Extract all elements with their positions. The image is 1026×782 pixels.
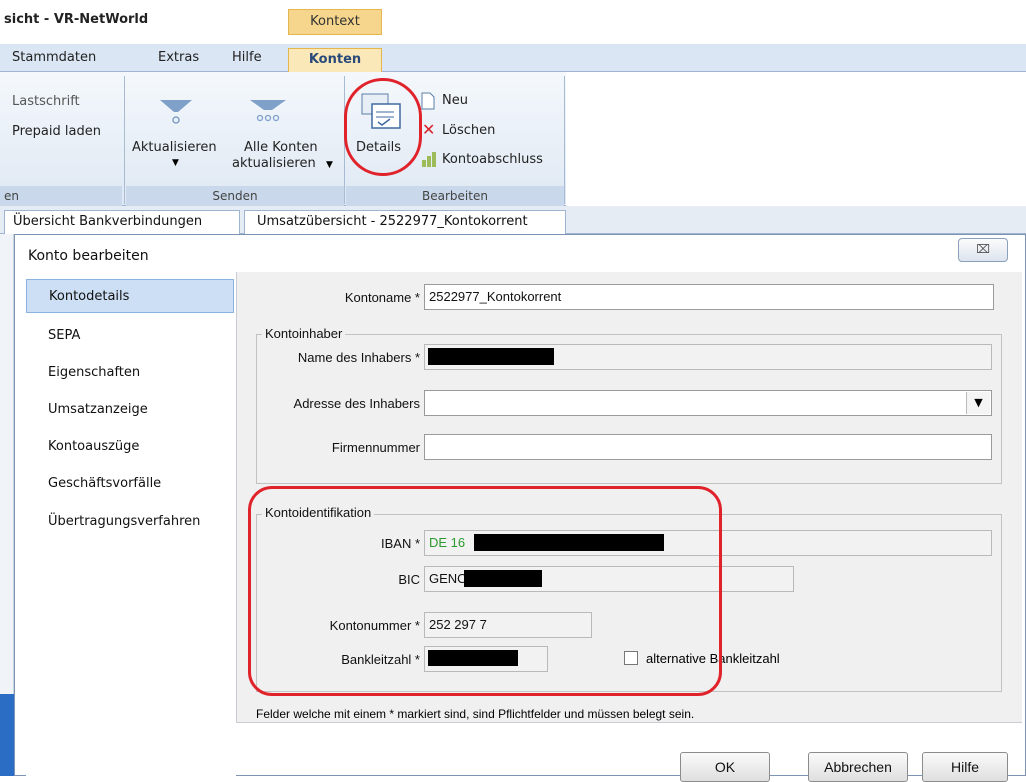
close-icon[interactable]: ⌧ (958, 238, 1008, 262)
kontoinhaber-group-title: Kontoinhaber (262, 326, 346, 341)
name-des-inhabers-label: Name des Inhabers * (297, 350, 420, 365)
ribbon-prepaid-laden[interactable]: Prepaid laden (12, 124, 101, 139)
app-title: sicht - VR-NetWorld (4, 12, 149, 27)
alle-konten-label[interactable]: Alle Konten (244, 140, 318, 155)
background-selection-strip (0, 694, 14, 776)
alle-konten-aktualisieren-button[interactable]: aktualisieren (232, 156, 316, 171)
doc-tab-umsatzuebersicht[interactable]: Umsatzübersicht - 2522977_Kontokorrent (244, 210, 566, 234)
chart-icon (422, 152, 436, 167)
footer-divider (236, 722, 1022, 723)
pflichtfelder-footnote: Felder welche mit einem * markiert sind,… (256, 707, 695, 721)
context-tab-label: Kontext (288, 9, 382, 35)
delete-x-icon: ✕ (422, 120, 436, 139)
title-bar (0, 0, 1026, 44)
adresse-des-inhabers-label: Adresse des Inhabers (293, 396, 420, 411)
ribbon-separator (564, 76, 565, 204)
hilfe-button[interactable]: Hilfe (922, 752, 1008, 782)
nav-item-umsatzanzeige[interactable]: Umsatzanzeige (26, 393, 234, 427)
neu-button[interactable]: Neu (442, 93, 468, 108)
nav-item-geschaeftsvorfaelle[interactable]: Geschäftsvorfälle (26, 467, 234, 501)
menu-tab-konten[interactable]: Konten (288, 48, 382, 74)
nav-item-kontoauszuege[interactable]: Kontoauszüge (26, 430, 234, 464)
dropdown-arrow-icon[interactable]: ▼ (172, 158, 179, 168)
ribbon-group-label-left: en (0, 186, 122, 206)
firmennummer-input[interactable] (424, 434, 992, 460)
nav-item-sepa[interactable]: SEPA (26, 319, 234, 353)
ribbon-group-senden: Senden (126, 186, 344, 206)
kontoname-input[interactable]: 2522977_Kontokorrent (424, 284, 994, 310)
kontoabschluss-button[interactable]: Kontoabschluss (442, 152, 543, 167)
nav-item-kontodetails[interactable]: Kontodetails (26, 279, 234, 313)
nav-item-uebertragungsverfahren[interactable]: Übertragungsverfahren (26, 505, 234, 539)
ok-button[interactable]: OK (680, 752, 770, 782)
menu-bar (0, 44, 1026, 72)
kontoname-label: Kontoname * (344, 290, 420, 305)
funnel-icon (160, 100, 192, 124)
new-document-icon (421, 92, 435, 110)
aktualisieren-button[interactable]: Aktualisieren (132, 140, 217, 155)
firmennummer-label: Firmennummer (331, 440, 420, 455)
redacted-name (428, 348, 554, 365)
menu-tab-hilfe[interactable]: Hilfe (232, 50, 262, 65)
nav-item-eigenschaften[interactable]: Eigenschaften (26, 356, 234, 390)
menu-tab-stammdaten[interactable]: Stammdaten (12, 50, 96, 65)
ribbon-separator (124, 76, 125, 204)
dialog-title: Konto bearbeiten (28, 248, 149, 264)
multi-funnel-icon (250, 100, 286, 122)
ribbon-lastschrift[interactable]: Lastschrift (12, 94, 80, 109)
dropdown-arrow-icon[interactable]: ▼ (326, 160, 333, 170)
dropdown-arrow-icon[interactable]: ▼ (966, 392, 990, 414)
abbrechen-button[interactable]: Abbrechen (808, 752, 908, 782)
menu-tab-extras[interactable]: Extras (158, 50, 199, 65)
ribbon-group-bearbeiten: Bearbeiten (346, 186, 564, 206)
loeschen-button[interactable]: Löschen (442, 123, 495, 138)
highlight-oval-details (344, 78, 422, 176)
adresse-des-inhabers-select[interactable] (424, 390, 992, 416)
highlight-box-kontoidentifikation (248, 486, 722, 696)
doc-tab-uebersicht-bankverbindungen[interactable]: Übersicht Bankverbindungen (4, 210, 240, 234)
